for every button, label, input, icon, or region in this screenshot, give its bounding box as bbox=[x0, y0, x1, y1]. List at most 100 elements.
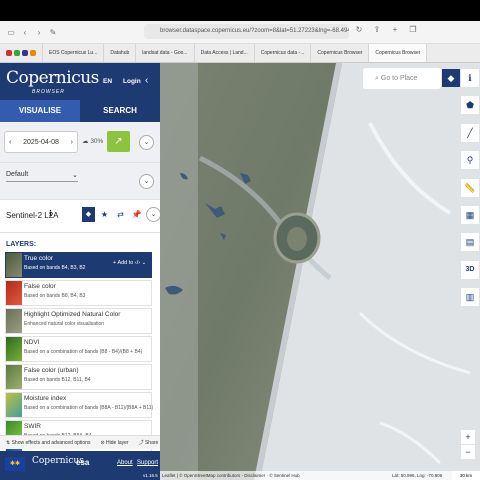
layer-item[interactable]: True color Based on bands B4, B3, B2 + Add… bbox=[5, 252, 152, 278]
next-date-icon[interactable]: › bbox=[71, 139, 73, 146]
tab-visualise[interactable]: VISUALISE bbox=[0, 100, 80, 122]
layer-thumbnail bbox=[6, 393, 22, 417]
satellite-imagery bbox=[160, 63, 480, 480]
image-download-icon[interactable]: ▦ bbox=[461, 206, 479, 224]
about-link[interactable]: About bbox=[117, 460, 133, 466]
browser-tab[interactable]: EOS Copernicus Lu... bbox=[43, 44, 105, 62]
add-to-label: Add to bbox=[117, 260, 134, 266]
compose-icon[interactable]: ✎ bbox=[46, 28, 60, 37]
chevron-down-icon: ⌄ bbox=[72, 172, 78, 179]
layer-thumbnail bbox=[6, 365, 22, 389]
theme-select[interactable]: Default ⌄ bbox=[6, 171, 78, 182]
compare-icon[interactable]: ⇄ bbox=[114, 207, 127, 222]
layer-item[interactable]: Moisture index Based on a combination of … bbox=[5, 392, 153, 418]
layers-icon[interactable]: ◆ bbox=[82, 207, 95, 222]
theme-row: Default ⌄ ⌄ bbox=[0, 163, 160, 200]
browser-tab[interactable]: landsat data - Goo... bbox=[136, 44, 195, 62]
layer-name: SWIR bbox=[24, 423, 41, 430]
share-icon[interactable]: ⇪ bbox=[370, 25, 384, 34]
tab-strip: EOS Copernicus Lu... Datahub landsat dat… bbox=[0, 44, 480, 63]
back-icon[interactable]: ‹ bbox=[18, 28, 32, 37]
layer-item[interactable]: Highlight Optimized Natural Color Enhance… bbox=[5, 308, 152, 334]
date-row: ‹ 2025-04-08 › ☁ 30% ↗ ⌄ bbox=[0, 122, 160, 163]
layers-toggle-icon[interactable]: ◆ bbox=[442, 69, 460, 87]
share-button[interactable]: ⤴ Share bbox=[139, 439, 159, 446]
dataset-expand-icon[interactable]: ⌄ bbox=[146, 207, 161, 222]
polygon-tool-icon[interactable]: ⬟ bbox=[461, 96, 479, 114]
date-picker[interactable]: ‹ 2025-04-08 › bbox=[4, 131, 78, 153]
location-pin-icon[interactable]: ⚲ bbox=[461, 151, 479, 169]
tab-label: Copernicus Browser bbox=[317, 50, 363, 56]
bookmark-icon[interactable] bbox=[14, 50, 20, 56]
bookmark-icon[interactable] bbox=[30, 50, 36, 56]
search-date-button[interactable]: ↗ bbox=[107, 131, 130, 152]
hide-layer-button[interactable]: ⊘ Hide layer bbox=[100, 440, 128, 446]
tab-search[interactable]: SEARCH bbox=[80, 100, 160, 122]
copernicus-logo: Copernicus bbox=[6, 68, 99, 88]
zoom-out-icon[interactable]: − bbox=[461, 445, 475, 459]
layer-name: False color (urban) bbox=[24, 367, 79, 374]
support-link[interactable]: Support bbox=[137, 460, 158, 466]
login-link[interactable]: Login bbox=[123, 78, 141, 85]
browser-tab[interactable]: Data Access | Land... bbox=[195, 44, 255, 62]
pin-icon[interactable]: 📌 bbox=[130, 207, 143, 222]
bookmark-icons bbox=[0, 44, 43, 62]
bookmark-icon[interactable] bbox=[6, 50, 12, 56]
sidebar-toggle-icon[interactable]: ▭ bbox=[4, 28, 18, 37]
bookmark-icon[interactable] bbox=[22, 50, 28, 56]
tab-label: Datahub bbox=[110, 50, 130, 56]
map-coordinates: Lat: 50.996, Lng: -70.906 bbox=[392, 473, 443, 478]
layer-item[interactable]: False color Based on bands B8, B4, B3 bbox=[5, 280, 152, 306]
info-tool-icon[interactable]: ℹ bbox=[461, 69, 479, 87]
forward-icon[interactable]: › bbox=[32, 28, 46, 37]
bottom-actions: ⇅ Show effects and advanced options ⊘ Hi… bbox=[0, 435, 160, 449]
address-bar[interactable]: browser.dataspace.copernicus.eu/?zoom=8&… bbox=[144, 24, 349, 39]
search-placeholder: Go to Place bbox=[380, 75, 418, 82]
layer-item[interactable]: False color (urban) Based on bands B12, B… bbox=[5, 364, 152, 390]
eu-flag-icon: ✱✱ bbox=[5, 457, 25, 471]
layer-description: Enhanced natural color visualisation bbox=[24, 321, 105, 327]
star-icon[interactable]: ★ bbox=[98, 207, 111, 222]
theme-menu-icon[interactable]: ⌄ bbox=[139, 174, 154, 189]
browser-tab[interactable]: Datahub bbox=[104, 44, 137, 62]
layer-name: Moisture index bbox=[24, 395, 67, 402]
layer-description: Based on bands B8, B4, B3 bbox=[24, 293, 86, 299]
3d-view-icon[interactable]: 3D bbox=[461, 261, 479, 279]
layer-item[interactable]: NDVI Based on a combination of bands (B8 … bbox=[5, 336, 152, 362]
effects-label: Show effects and advanced options bbox=[11, 439, 91, 446]
reload-icon[interactable]: ↻ bbox=[352, 25, 366, 34]
browser-tab-active[interactable]: Copernicus Browser bbox=[369, 44, 428, 62]
browser-tab[interactable]: Copernicus Browser bbox=[311, 44, 370, 62]
map-view[interactable] bbox=[160, 63, 480, 480]
dataset-row: Sentinel-2 L2A ℹ ◆ ★ ⇄ 📌 ⌄ bbox=[0, 200, 161, 233]
layer-name: NDVI bbox=[24, 339, 40, 346]
cloud-cover[interactable]: ☁ 30% bbox=[82, 137, 103, 145]
tab-overview-icon[interactable]: ❐ bbox=[406, 25, 420, 34]
theme-value: Default bbox=[6, 171, 29, 178]
brand-header: Copernicus BROWSER EN Login ‹ bbox=[0, 63, 160, 100]
film-icon[interactable]: ▤ bbox=[461, 233, 479, 251]
layer-description: Based on bands B12, B11, B4 bbox=[24, 377, 91, 383]
share-label: Share bbox=[144, 440, 159, 446]
footer: ✱✱ Copernicus esa About Support v1.16.5 bbox=[0, 451, 160, 480]
new-tab-icon[interactable]: + bbox=[388, 25, 402, 34]
collapse-sidebar-icon[interactable]: ‹ bbox=[145, 75, 148, 86]
place-search-input[interactable]: ⌕ Go to Place bbox=[363, 68, 441, 89]
tab-label: Copernicus data -... bbox=[260, 50, 305, 56]
ruler-icon[interactable]: 📏 bbox=[461, 179, 479, 197]
language-select[interactable]: EN bbox=[103, 78, 112, 85]
effects-button[interactable]: ⇅ Show effects and advanced options bbox=[6, 440, 90, 446]
info-icon[interactable]: ℹ bbox=[49, 209, 52, 218]
layer-thumbnail bbox=[6, 337, 22, 361]
browser-tab[interactable]: Copernicus data -... bbox=[255, 44, 312, 62]
layer-description: Based on a combination of bands (B8 - B4… bbox=[24, 349, 143, 355]
prev-date-icon[interactable]: ‹ bbox=[9, 139, 11, 146]
chart-icon[interactable]: ▥ bbox=[461, 288, 479, 306]
tab-label: EOS Copernicus Lu... bbox=[49, 50, 98, 56]
expand-date-icon[interactable]: ⌄ bbox=[139, 135, 154, 150]
layer-thumbnail bbox=[6, 309, 22, 333]
layer-name: Highlight Optimized Natural Color bbox=[24, 311, 121, 318]
zoom-in-icon[interactable]: + bbox=[461, 430, 475, 444]
add-to-button[interactable]: + Add to ‹/› ⌄ bbox=[113, 260, 146, 266]
line-tool-icon[interactable]: ╱ bbox=[461, 124, 479, 142]
